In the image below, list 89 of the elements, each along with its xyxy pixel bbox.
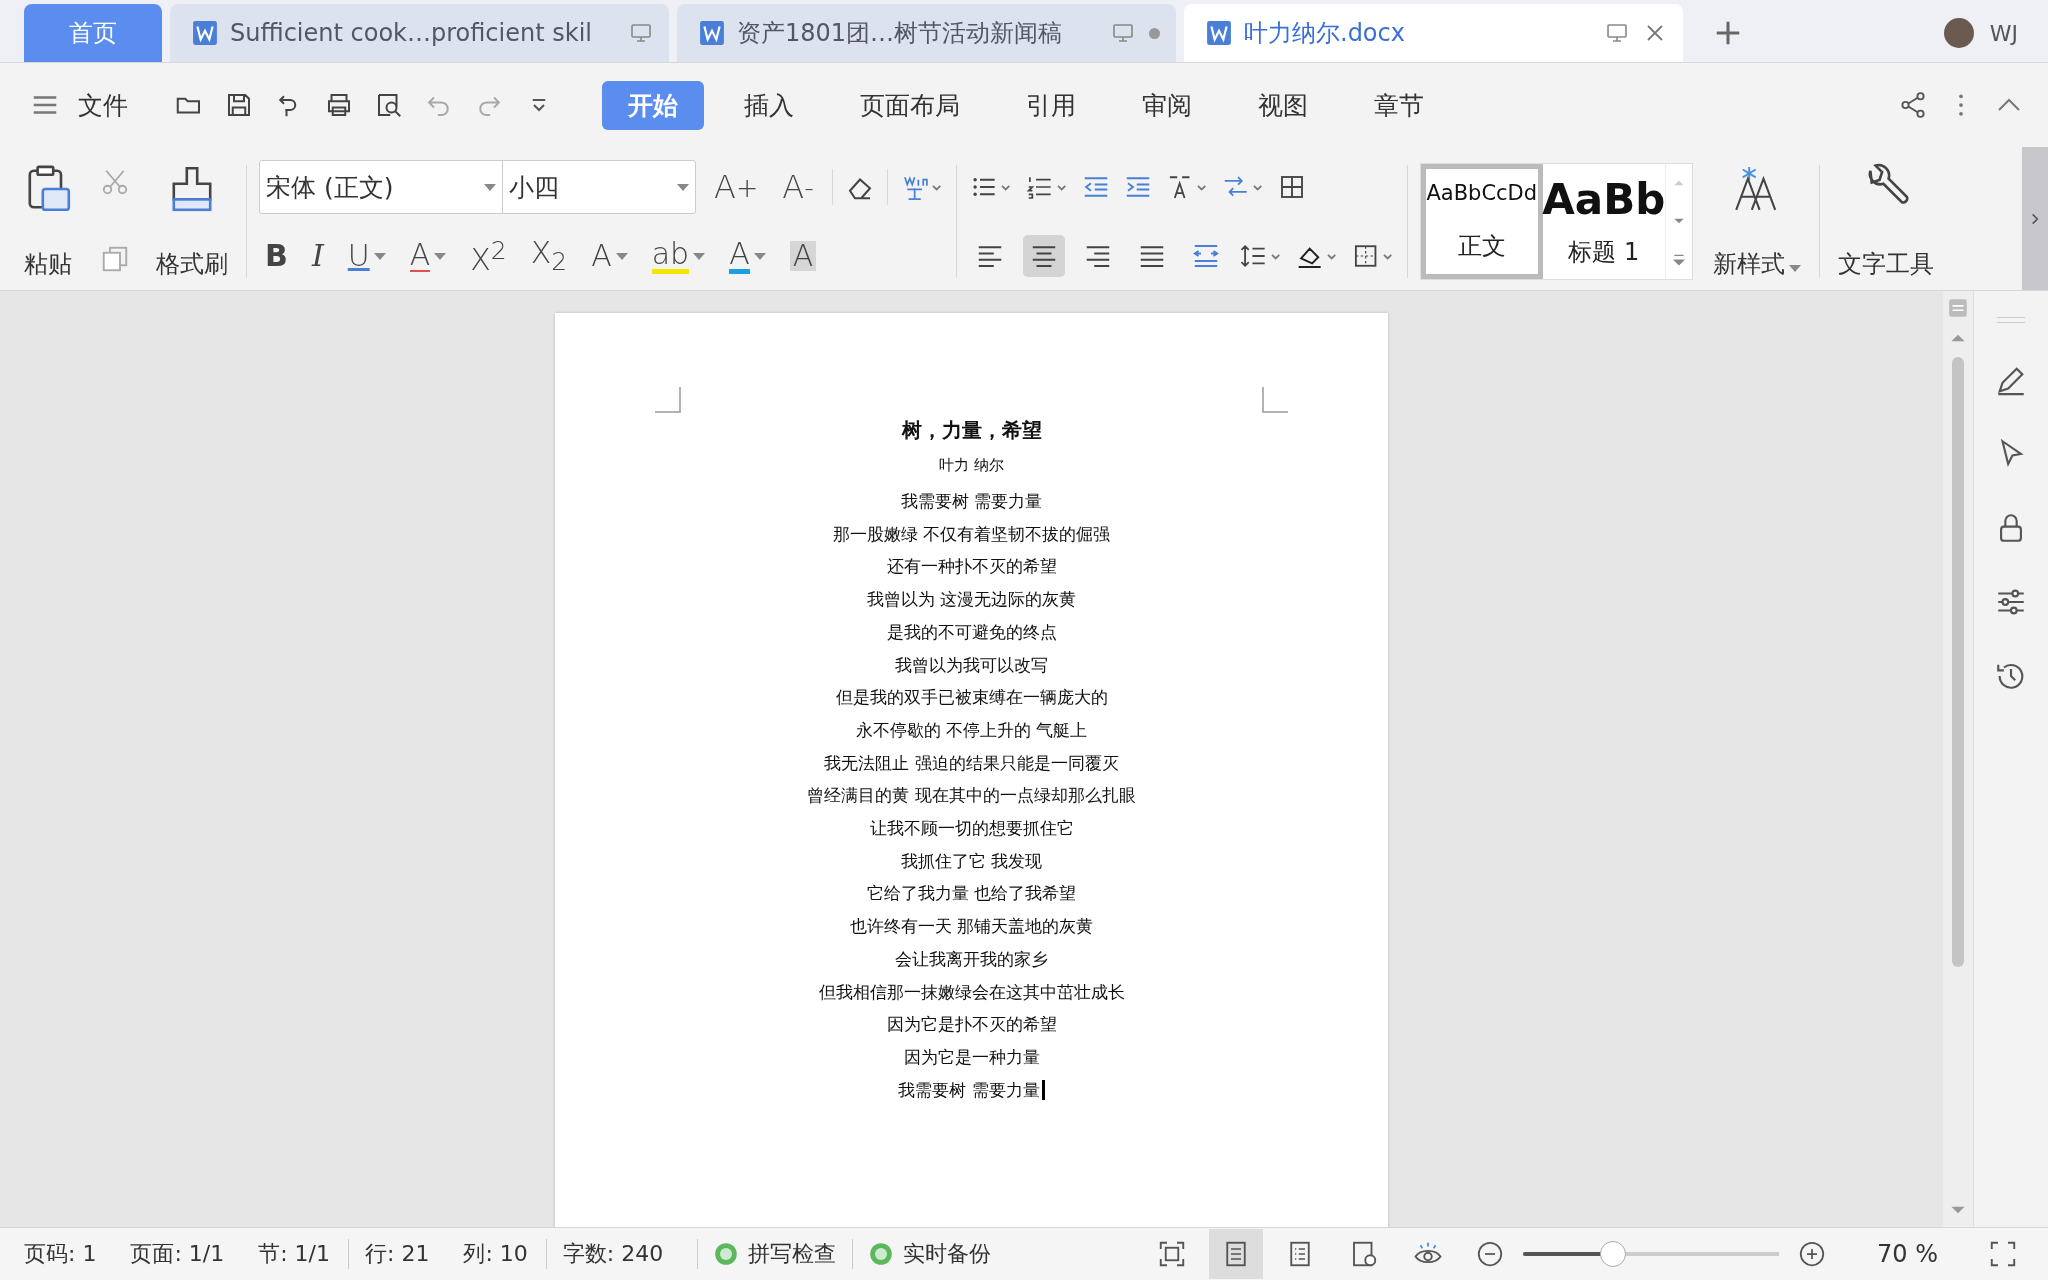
poem-line: 还有一种扑不灭的希望 bbox=[886, 555, 1057, 579]
style-option[interactable]: AaBbCcDd 正文 bbox=[1420, 164, 1543, 279]
status-field: 页码: 1 bbox=[24, 1239, 97, 1269]
poem-line: 我需要树 需要力量 bbox=[898, 1073, 1045, 1107]
format-button[interactable]: U bbox=[341, 241, 392, 271]
crop-mark-icon bbox=[1262, 387, 1288, 413]
tab-title: Sufficient cook…proficient skil bbox=[230, 19, 592, 47]
ribbon-tab[interactable]: 审阅 bbox=[1116, 80, 1218, 130]
monitor-icon bbox=[1111, 21, 1135, 45]
poem-line: 但我相信那一抹嫩绿会在这其中茁壮成长 bbox=[818, 980, 1125, 1004]
vertical-scrollbar[interactable] bbox=[1943, 291, 1973, 1227]
align-center-button[interactable] bbox=[1022, 235, 1065, 277]
format-button[interactable]: A bbox=[585, 241, 634, 271]
zoom-slider-thumb[interactable] bbox=[1599, 1241, 1626, 1267]
status-field: 行: 21 bbox=[348, 1239, 430, 1269]
poem-line: 曾经满目的黄 现在其中的一点绿却那么扎眼 bbox=[807, 784, 1136, 808]
poem-line: 永不停歇的 不停上升的 气艇上 bbox=[855, 718, 1088, 742]
focus-mode-icon bbox=[1157, 1239, 1187, 1269]
style-preview: AaBbCcDd bbox=[1426, 181, 1538, 206]
poem-line: 因为它是一种力量 bbox=[903, 1045, 1040, 1069]
poem-line: 我无法阻止 强迫的结果只能是一同覆灭 bbox=[824, 751, 1119, 775]
fullscreen-icon[interactable] bbox=[1988, 1239, 2018, 1269]
scroll-thumb[interactable] bbox=[1952, 357, 1964, 967]
poem-line: 让我不顾一切的想要抓住它 bbox=[869, 817, 1074, 841]
text-tools-label: 文字工具 bbox=[1837, 249, 1934, 280]
document-author: 叶力 纳尔 bbox=[939, 456, 1004, 475]
monitor-icon bbox=[629, 21, 653, 45]
avatar[interactable] bbox=[1943, 18, 1974, 48]
paste-label: 粘贴 bbox=[24, 249, 72, 280]
text-tools-button[interactable]: 文字工具 bbox=[1831, 159, 1940, 284]
ribbon-tab[interactable]: 页面布局 bbox=[834, 80, 986, 130]
poem-line: 也许终有一天 那铺天盖地的灰黄 bbox=[849, 915, 1094, 939]
zoom-in-icon[interactable] bbox=[1797, 1239, 1827, 1269]
format-button[interactable]: X$^{2}$ bbox=[464, 237, 513, 275]
expand-gallery-icon[interactable] bbox=[1671, 252, 1686, 267]
style-name: 标题 1 bbox=[1568, 237, 1640, 268]
document-tab[interactable]: 资产1801团…树节活动新闻稿 bbox=[677, 4, 1176, 62]
poem-line: 我需要树 需要力量 bbox=[900, 490, 1043, 513]
format-button[interactable]: X$_{2}$ bbox=[524, 238, 574, 274]
ribbon-tab[interactable]: 章节 bbox=[1348, 80, 1450, 130]
poem-line: 我抓住了它 我发现 bbox=[900, 849, 1043, 873]
user-initials[interactable]: WJ bbox=[1989, 21, 2018, 46]
format-button[interactable]: I bbox=[305, 241, 330, 271]
poem-line: 我曾以为 这漫无边际的灰黄 bbox=[866, 588, 1077, 612]
text-cursor bbox=[1041, 1080, 1045, 1100]
format-button[interactable]: A bbox=[403, 240, 453, 272]
font-family-dropdown[interactable]: 宋体 (正文) bbox=[260, 161, 503, 213]
monitor-icon bbox=[1605, 21, 1629, 45]
zoom-out-icon[interactable] bbox=[1475, 1239, 1505, 1269]
poem-line: 会让我离开我的家乡 bbox=[895, 947, 1048, 971]
document-tab[interactable]: Sufficient cook…proficient skil bbox=[170, 4, 669, 62]
status-toggle[interactable]: 拼写检查 bbox=[697, 1239, 853, 1269]
format-button[interactable]: ab bbox=[645, 238, 712, 274]
status-field: 页面: 1/1 bbox=[130, 1239, 225, 1269]
new-style-button[interactable]: 新样式 bbox=[1706, 159, 1807, 284]
poem-line: 它给了我力量 也给了我希望 bbox=[866, 882, 1077, 906]
status-field: 列: 10 bbox=[463, 1239, 528, 1269]
poem-line: 是我的不可避免的终点 bbox=[886, 620, 1057, 644]
format-painter-label: 格式刷 bbox=[156, 249, 228, 280]
status-toggle[interactable]: 实时备份 bbox=[852, 1239, 1008, 1269]
poem-line: 那一股嫩绿 不仅有着坚韧不拔的倔强 bbox=[832, 522, 1111, 546]
file-menu[interactable]: 文件 bbox=[78, 88, 128, 122]
document-title: 树，力量，希望 bbox=[901, 417, 1042, 444]
writer-doc-icon bbox=[192, 20, 218, 46]
poem-line: 因为它是扑不灭的希望 bbox=[886, 1013, 1057, 1037]
status-field: 字数: 240 bbox=[545, 1239, 664, 1269]
poem-line: 但是我的双手已被束缚在一辆庞大的 bbox=[835, 686, 1108, 710]
format-button[interactable]: B bbox=[259, 241, 294, 271]
crop-mark-icon bbox=[655, 387, 681, 413]
ribbon-tab[interactable]: 引用 bbox=[1000, 80, 1102, 130]
font-size-dropdown[interactable]: 小四 bbox=[503, 161, 695, 213]
poem-line: 我曾以为我可以改写 bbox=[895, 653, 1048, 677]
document-tab[interactable]: 叶力纳尔.docx bbox=[1184, 4, 1683, 62]
page-view-button[interactable] bbox=[1209, 1229, 1263, 1279]
status-field: 节: 1/1 bbox=[258, 1239, 331, 1269]
writer-doc-icon bbox=[699, 20, 725, 46]
zoom-level[interactable]: 70 % bbox=[1877, 1240, 1938, 1268]
format-painter-button[interactable]: 格式刷 bbox=[150, 159, 234, 284]
paste-button[interactable]: 粘贴 bbox=[16, 159, 80, 284]
writer-doc-icon bbox=[1206, 20, 1232, 46]
tab-title: 叶力纳尔.docx bbox=[1244, 18, 1405, 49]
ribbon-tab[interactable]: 视图 bbox=[1232, 80, 1334, 130]
style-option[interactable]: AaBb 标题 1 bbox=[1542, 164, 1665, 279]
new-style-label: 新样式 bbox=[1712, 248, 1801, 280]
style-name: 正文 bbox=[1457, 230, 1506, 262]
style-preview: AaBb bbox=[1542, 175, 1666, 224]
ribbon-tab[interactable]: 插入 bbox=[718, 80, 820, 130]
tab-title: 资产1801团…树节活动新闻稿 bbox=[737, 18, 1063, 49]
format-button[interactable]: A bbox=[723, 238, 772, 274]
